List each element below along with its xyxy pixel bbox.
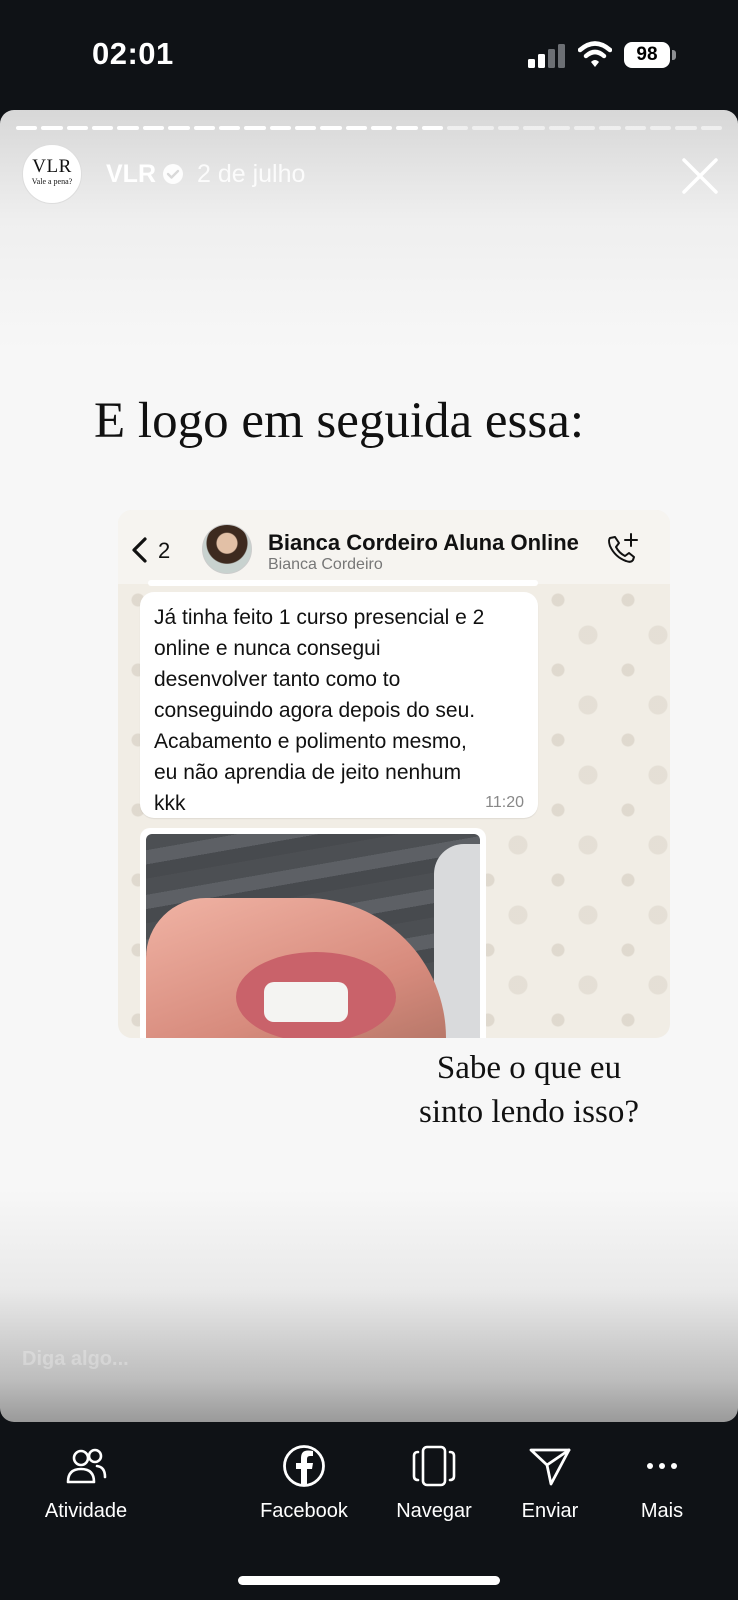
progress-segment — [193, 126, 215, 130]
progress-segment — [218, 126, 241, 130]
story-headline: E logo em seguida essa: — [94, 393, 585, 449]
browse-label: Navegar — [396, 1500, 472, 1522]
progress-segment — [649, 126, 672, 130]
progress-segment — [66, 126, 89, 130]
add-call-icon — [608, 533, 638, 563]
status-bar: 02:01 98 — [0, 0, 738, 108]
progress-segment — [675, 126, 697, 130]
progress-segment — [700, 126, 723, 130]
message-time: 11:20 — [485, 794, 524, 811]
battery-indicator: 98 — [624, 42, 676, 68]
progress-segment — [269, 126, 291, 130]
more-icon — [647, 1463, 677, 1469]
unread-count: 2 — [158, 538, 171, 563]
close-icon[interactable] — [680, 156, 720, 196]
message-edge — [148, 580, 538, 586]
cellular-signal-icon — [528, 44, 565, 68]
battery-tip — [672, 50, 676, 60]
activity-label: Atividade — [44, 1500, 128, 1522]
progress-segment — [142, 126, 165, 130]
contact-avatar — [202, 524, 252, 574]
progress-segment — [168, 126, 190, 130]
chat-screenshot: 2 Bianca Cordeiro Aluna Online Bianca Co… — [118, 510, 670, 1038]
story-viewer[interactable]: VLR Vale a pena? VLR 2 de julho E logo e… — [0, 110, 738, 1422]
wifi-icon — [578, 41, 612, 67]
progress-segment — [92, 126, 114, 130]
progress-segment — [523, 126, 545, 130]
chat-header: 2 Bianca Cordeiro Aluna Online Bianca Co… — [118, 510, 670, 584]
progress-segment — [16, 126, 38, 130]
story-username[interactable]: VLR — [106, 160, 156, 189]
home-indicator[interactable] — [238, 1576, 500, 1585]
contact-subtitle: Bianca Cordeiro — [268, 556, 383, 573]
story-date: 2 de julho — [197, 160, 306, 188]
progress-segment — [421, 126, 444, 130]
message-line: Já tinha feito 1 curso presencial e 2 — [154, 606, 485, 629]
message-bubble: Já tinha feito 1 curso presencial e 2 on… — [140, 592, 538, 818]
progress-segment — [396, 126, 418, 130]
progress-segment — [41, 126, 63, 130]
status-time: 02:01 — [92, 36, 174, 71]
progress-segment — [548, 126, 570, 130]
progress-segment — [294, 126, 317, 130]
story-caption: Sabe o que eu sinto lendo isso? — [384, 1046, 674, 1134]
progress-segment — [497, 126, 520, 130]
story-author-avatar[interactable]: VLR Vale a pena? — [22, 144, 82, 204]
back-chevron-icon — [132, 537, 147, 563]
caption-line: Sabe o que eu — [436, 1050, 622, 1086]
message-line: eu não aprendia de jeito nenhum — [154, 761, 462, 784]
progress-segment — [624, 126, 646, 130]
activity-icon — [66, 1448, 107, 1484]
message-line: kkk — [154, 792, 186, 815]
more-button[interactable]: Mais — [612, 1444, 712, 1523]
send-icon — [529, 1448, 571, 1486]
progress-segment — [573, 126, 596, 130]
send-label: Enviar — [521, 1500, 579, 1522]
progress-segment — [472, 126, 494, 130]
progress-segment — [244, 126, 266, 130]
facebook-label: Facebook — [260, 1500, 348, 1522]
verified-badge-icon — [163, 164, 183, 184]
progress-segment — [345, 126, 368, 130]
progress-segment — [320, 126, 342, 130]
contact-name: Bianca Cordeiro Aluna Online — [268, 530, 579, 555]
avatar-monogram: VLR — [32, 156, 72, 177]
facebook-button[interactable]: Facebook — [254, 1444, 354, 1523]
message-line: Acabamento e polimento mesmo, — [154, 730, 467, 753]
message-line: online e nunca consegui — [154, 637, 381, 660]
activity-button[interactable]: Atividade — [36, 1444, 136, 1523]
reply-input[interactable]: Diga algo... — [22, 1348, 129, 1371]
caption-line: sinto lendo isso? — [419, 1094, 639, 1130]
message-line: conseguindo agora depois do seu. — [154, 699, 476, 722]
facebook-icon — [283, 1445, 325, 1487]
story-progress-bar — [16, 126, 723, 130]
more-label: Mais — [640, 1500, 684, 1522]
progress-segment — [447, 126, 469, 130]
progress-segment — [117, 126, 139, 130]
photo-teeth — [264, 982, 348, 1022]
progress-segment — [599, 126, 621, 130]
message-photo — [140, 828, 486, 1038]
browse-icon — [412, 1445, 456, 1487]
send-button[interactable]: Enviar — [500, 1444, 600, 1523]
progress-segment — [371, 126, 393, 130]
message-line: desenvolver tanto como to — [154, 668, 401, 691]
action-bar: Atividade Facebook Navegar Enviar Mais — [0, 1422, 738, 1572]
avatar-tagline: Vale a pena? — [31, 177, 73, 186]
photo-content — [146, 834, 480, 1038]
battery-level: 98 — [624, 42, 670, 68]
browse-button[interactable]: Navegar — [384, 1444, 484, 1523]
